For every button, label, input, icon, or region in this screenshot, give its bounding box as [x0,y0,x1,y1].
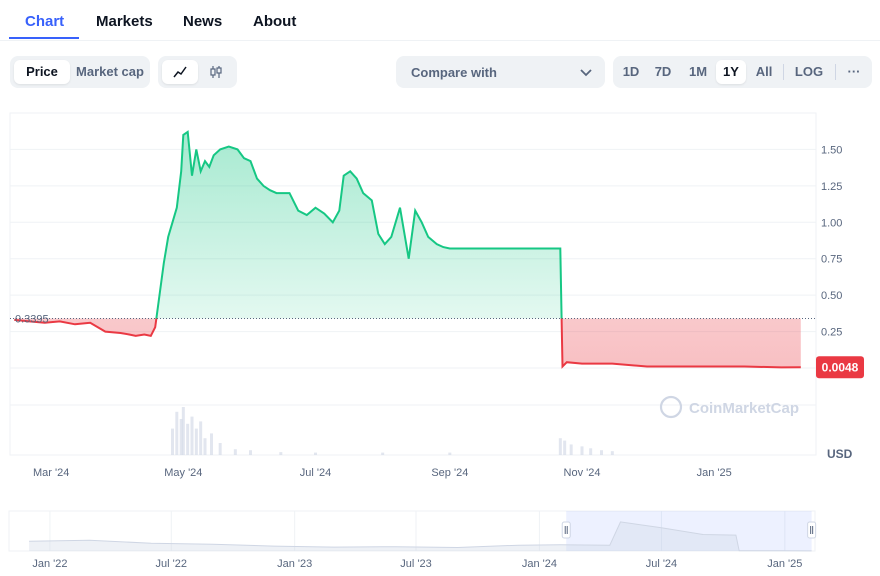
x-tick-label: Jul '24 [300,467,331,479]
line-chart-button[interactable] [162,60,198,84]
volume-bar [589,448,593,455]
candlestick-icon [210,66,222,78]
range-7d-button[interactable]: 7D [648,60,678,84]
volume-bar [181,407,185,455]
volume-bar [194,428,198,455]
x-tick-label: Nov '24 [564,467,601,479]
chevron-down-icon [580,69,592,77]
volume-bar [186,423,190,455]
volume-bar [569,444,573,455]
tab-markets[interactable]: Markets [96,13,153,30]
y-tick-label: 0.25 [821,327,842,339]
baseline-label: 0.3395 [15,314,49,326]
volume-bar [448,452,452,455]
line-chart-icon [173,66,187,78]
navigator-x-tick-label: Jan '24 [522,558,557,570]
y-tick-label: 1.25 [821,181,842,193]
market-cap-button[interactable]: Market cap [72,60,148,84]
x-tick-label: Mar '24 [33,467,69,479]
navigator-x-tick-label: Jan '23 [277,558,312,570]
volume-bar [381,452,385,455]
y-axis-ticks: 0.25 0.50 0.75 1.00 1.25 1.50 [821,144,842,338]
volume-bar [563,440,567,455]
tab-news[interactable]: News [183,13,222,30]
volume-bar [218,443,222,455]
x-tick-label: Sep '24 [431,467,468,479]
x-axis-ticks: Mar '24 May '24 Jul '24 Sep '24 Nov '24 Jan '… [33,467,732,479]
volume-bar [580,446,584,455]
volume-bar [249,450,252,455]
tab-chart[interactable]: Chart [25,13,64,30]
compare-with-dropdown[interactable]: Compare with [396,56,605,88]
volume-bar [203,438,207,455]
active-tab-indicator [9,37,79,39]
volume-bar [233,449,237,455]
volume-bar [279,452,283,455]
range-1d-button[interactable]: 1D [617,60,645,84]
current-price-badge: 0.0048 [816,356,864,379]
y-tick-label: 1.50 [821,144,842,156]
navigator-x-tick-label: Jan '25 [767,558,802,570]
currency-unit-label: USD [827,447,853,461]
volume-bar [190,416,194,455]
volume-bar [610,451,614,455]
price-chart[interactable]: CoinMarketCap 0.3395 0.25 0.50 0.75 1.00 1.2… [0,105,880,480]
range-navigator[interactable]: Jan '22 Jul '22 Jan '23 Jul '23 Jan '24 Jul '… [0,505,880,576]
candlestick-button[interactable] [198,60,234,84]
tab-bar: Chart Markets News About [0,0,880,41]
x-tick-label: Jan '25 [697,467,732,479]
range-all-button[interactable]: All [749,60,779,84]
log-scale-button[interactable]: LOG [788,60,830,84]
navigator-x-tick-label: Jul '22 [156,558,187,570]
compare-with-label: Compare with [411,65,497,80]
range-divider [783,64,784,80]
volume-bar [199,421,203,455]
y-tick-label: 0.75 [821,254,842,266]
x-tick-label: May '24 [164,467,202,479]
volume-bar [175,411,179,455]
watermark-text: CoinMarketCap [689,400,799,417]
volume-bar [210,433,213,455]
volume-bar [171,428,174,455]
chart-style-toggle [158,56,237,88]
price-button[interactable]: Price [14,60,70,84]
navigator-x-ticks: Jan '22 Jul '22 Jan '23 Jul '23 Jan '24 Jul '… [32,558,802,570]
more-divider [835,64,836,80]
range-1m-button[interactable]: 1M [682,60,714,84]
time-range-toggle: 1D 7D 1M 1Y All LOG ··· [613,56,872,88]
range-1y-button[interactable]: 1Y [716,60,746,84]
data-mode-toggle: Price Market cap [10,56,150,88]
navigator-x-tick-label: Jan '22 [32,558,67,570]
handle-grip [807,521,817,539]
y-tick-label: 1.00 [821,217,842,229]
volume-bar [314,452,317,455]
more-options-button[interactable]: ··· [840,60,868,84]
current-price-label: 0.0048 [822,360,859,374]
navigator-right-handle[interactable] [807,521,817,539]
handle-grip [561,521,571,539]
volume-bar [600,450,603,455]
volume-bar [558,438,562,455]
tab-about[interactable]: About [253,13,296,30]
y-tick-label: 0.50 [821,290,842,302]
navigator-left-handle[interactable] [561,521,571,539]
navigator-x-tick-label: Jul '23 [400,558,431,570]
navigator-x-tick-label: Jul '24 [646,558,677,570]
